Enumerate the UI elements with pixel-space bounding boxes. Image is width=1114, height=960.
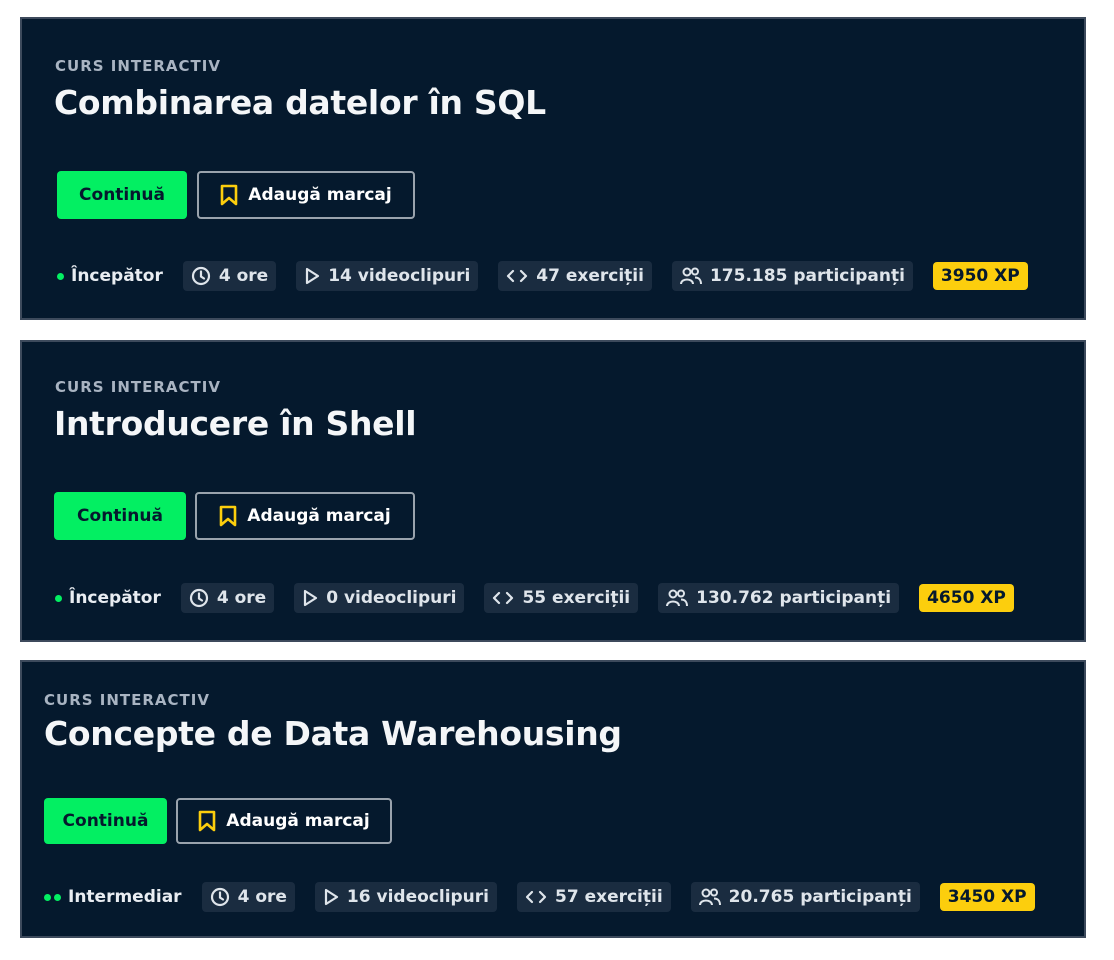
course-type-label: CURS INTERACTIV [55,57,221,75]
course-title[interactable]: Combinarea datelor în SQL [54,83,546,122]
duration-chip: 4 ore [182,261,277,291]
level-label: Începător [71,266,163,286]
level-dots [44,893,61,901]
course-type-label: CURS INTERACTIV [44,691,210,709]
videos-chip: 0 videoclipuri [294,583,465,613]
videos-text: 0 videoclipuri [326,588,457,608]
course-title[interactable]: Introducere în Shell [54,404,417,443]
videos-text: 14 videoclipuri [328,266,471,286]
exercises-chip: 47 exerciții [498,261,652,291]
participants-chip: 175.185 participanți [671,261,913,291]
bookmark-icon [198,810,216,832]
duration-text: 4 ore [218,266,269,286]
xp-badge: 3450 XP [939,883,1035,911]
course-type-label: CURS INTERACTIV [55,378,221,396]
course-meta: Începător 4 ore 0 videoclipuri 55 exerci… [55,583,1014,613]
participants-text: 130.762 participanți [696,588,892,608]
participants-text: 20.765 participanți [728,887,912,907]
exercises-chip: 57 exerciții [517,882,671,912]
exercises-text: 55 exerciții [522,588,631,608]
participants-chip: 20.765 participanți [690,882,920,912]
course-card[interactable]: CURS INTERACTIV Combinarea datelor în SQ… [20,17,1086,320]
level-label: Începător [69,588,161,608]
play-icon [304,267,320,285]
bookmark-icon [219,505,237,527]
add-bookmark-button[interactable]: Adaugă marcaj [195,492,415,540]
people-icon [666,588,689,608]
continue-button[interactable]: Continuă [44,798,167,844]
course-meta: Începător 4 ore 14 videoclipuri 47 exerc… [57,261,1028,291]
add-bookmark-button[interactable]: Adaugă marcaj [176,798,392,844]
level-label: Intermediar [68,887,182,907]
exercises-text: 47 exerciții [536,266,644,286]
duration-chip: 4 ore [201,882,295,912]
participants-text: 175.185 participanți [709,266,905,286]
videos-chip: 16 videoclipuri [314,882,497,912]
people-icon [698,887,721,907]
play-icon [302,589,318,607]
participants-chip: 130.762 participanți [658,583,900,613]
level-indicator: Intermediar [44,887,182,907]
duration-chip: 4 ore [180,583,275,613]
level-dots [55,594,62,602]
course-card[interactable]: CURS INTERACTIV Introducere în Shell Con… [20,340,1086,642]
course-title[interactable]: Concepte de Data Warehousing [44,714,622,753]
people-icon [679,266,702,286]
clock-icon [189,588,209,608]
course-meta: Intermediar 4 ore 16 videoclipuri 57 exe… [44,882,1035,912]
add-bookmark-label: Adaugă marcaj [226,811,370,831]
continue-button[interactable]: Continuă [54,492,186,540]
exercises-text: 57 exerciții [555,887,663,907]
xp-badge: 4650 XP [919,584,1014,612]
play-icon [323,888,339,906]
duration-text: 4 ore [237,887,287,907]
code-icon [492,590,514,606]
code-icon [525,889,547,905]
level-indicator: Începător [55,588,161,608]
add-bookmark-label: Adaugă marcaj [248,185,392,205]
clock-icon [191,266,211,286]
bookmark-icon [220,184,238,206]
level-dots [57,272,64,280]
level-indicator: Începător [57,266,163,286]
videos-text: 16 videoclipuri [346,887,489,907]
code-icon [506,268,528,284]
xp-badge: 3950 XP [932,262,1028,290]
videos-chip: 14 videoclipuri [296,261,479,291]
clock-icon [210,887,230,907]
add-bookmark-label: Adaugă marcaj [247,506,391,526]
add-bookmark-button[interactable]: Adaugă marcaj [197,171,415,219]
exercises-chip: 55 exerciții [484,583,639,613]
continue-button[interactable]: Continuă [57,171,187,219]
duration-text: 4 ore [216,588,267,608]
course-card[interactable]: CURS INTERACTIV Concepte de Data Warehou… [20,660,1086,938]
